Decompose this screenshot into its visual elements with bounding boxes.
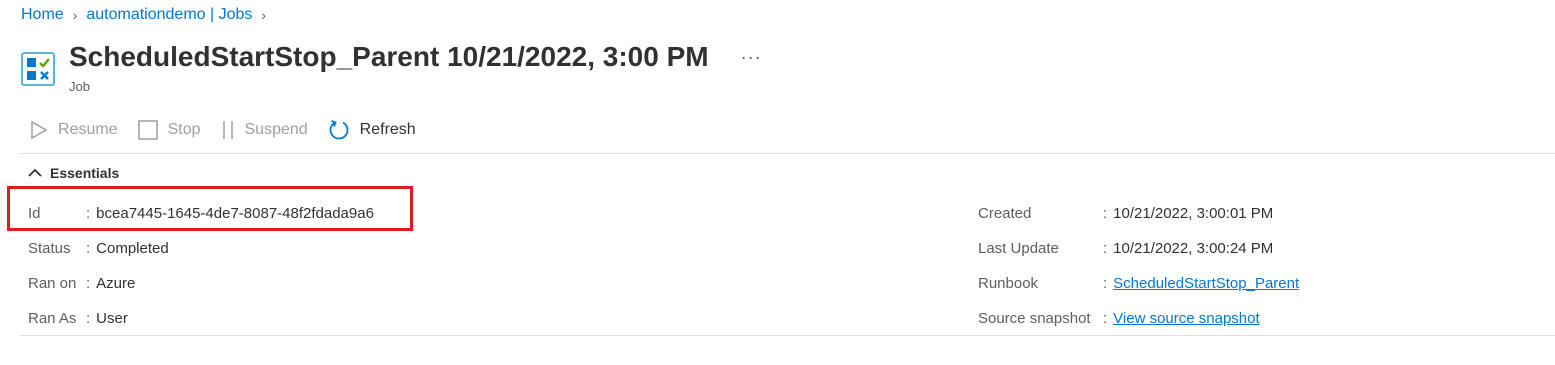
essentials-row-ran-as: Ran As : User: [28, 310, 128, 327]
status-value: Completed: [96, 240, 169, 257]
pause-icon: [222, 121, 233, 139]
breadcrumb-home[interactable]: Home: [21, 6, 64, 24]
last-update-value: 10/21/2022, 3:00:24 PM: [1113, 240, 1274, 257]
suspend-label: Suspend: [244, 121, 308, 138]
ran-as-key: Ran As: [28, 310, 77, 327]
created-key: Created: [978, 205, 1032, 222]
essentials-row-created: Created : 10/21/2022, 3:00:01 PM: [978, 205, 1274, 222]
refresh-button[interactable]: Refresh: [328, 119, 416, 141]
stop-button[interactable]: Stop: [137, 120, 201, 140]
view-source-snapshot-link[interactable]: View source snapshot: [1113, 310, 1259, 327]
breadcrumb: Home › automationdemo | Jobs ›: [21, 6, 275, 24]
divider: [20, 335, 1555, 336]
more-options-button[interactable]: ···: [741, 47, 762, 67]
runbook-key: Runbook: [978, 275, 1039, 292]
command-bar: Resume Stop Suspend Refresh: [30, 119, 436, 141]
chevron-right-icon: ›: [72, 7, 78, 23]
refresh-label: Refresh: [359, 121, 416, 138]
last-update-key: Last Update: [978, 240, 1059, 257]
status-key: Status: [28, 240, 71, 257]
page-header: ScheduledStartStop_Parent 10/21/2022, 3:…: [21, 41, 762, 94]
essentials-row-last-update: Last Update : 10/21/2022, 3:00:24 PM: [978, 240, 1274, 257]
ran-as-value: User: [96, 310, 128, 327]
essentials-row-status: Status : Completed: [28, 240, 169, 257]
ran-on-key: Ran on: [28, 275, 77, 292]
resume-button[interactable]: Resume: [30, 120, 118, 140]
created-value: 10/21/2022, 3:00:01 PM: [1113, 205, 1274, 222]
essentials-toggle[interactable]: Essentials: [28, 165, 119, 181]
page-subtitle: Job: [69, 79, 90, 94]
highlight-box: [7, 186, 413, 231]
breadcrumb-jobs[interactable]: automationdemo | Jobs: [86, 6, 252, 24]
essentials-heading: Essentials: [50, 165, 120, 181]
resume-label: Resume: [58, 121, 118, 138]
runbook-link[interactable]: ScheduledStartStop_Parent: [1113, 275, 1299, 292]
stop-label: Stop: [167, 121, 201, 138]
job-icon: [21, 52, 55, 86]
chevron-up-icon: [28, 168, 42, 177]
suspend-button[interactable]: Suspend: [221, 120, 308, 140]
chevron-right-icon: ›: [261, 7, 267, 23]
essentials-row-runbook: Runbook : ScheduledStartStop_Parent: [978, 275, 1300, 292]
ran-on-value: Azure: [96, 275, 136, 292]
page-title: ScheduledStartStop_Parent 10/21/2022, 3:…: [69, 41, 709, 72]
essentials-row-source-snapshot: Source snapshot : View source snapshot: [978, 310, 1260, 327]
essentials-row-ran-on: Ran on : Azure: [28, 275, 136, 292]
refresh-icon: [329, 120, 349, 140]
source-snapshot-key: Source snapshot: [978, 310, 1091, 327]
divider: [20, 153, 1555, 154]
play-icon: [31, 120, 48, 140]
stop-icon: [137, 120, 158, 140]
